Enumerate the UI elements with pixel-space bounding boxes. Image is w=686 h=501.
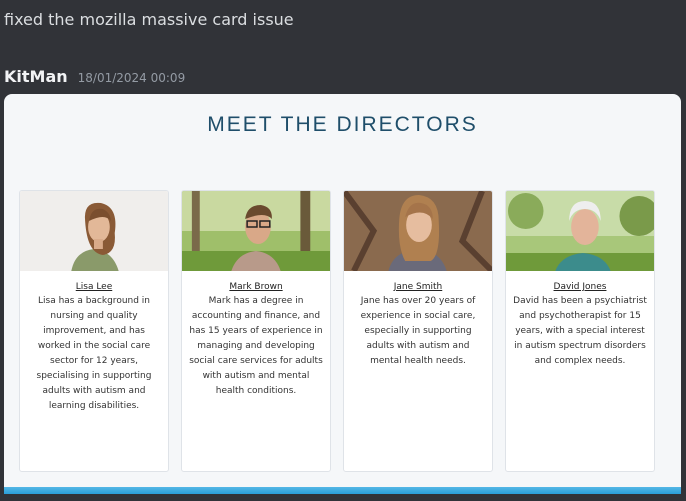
- image-attachment[interactable]: MEET THE DIRECTORS Lisa Lee Lisa has a b…: [4, 94, 681, 494]
- director-photo: [506, 191, 654, 271]
- director-bio: Mark has a degree in accounting and fina…: [189, 296, 323, 396]
- director-name[interactable]: David Jones: [506, 281, 654, 293]
- message-timestamp[interactable]: 18/01/2024 00:09: [78, 70, 186, 86]
- message-header: KitMan 18/01/2024 00:09: [4, 67, 185, 87]
- director-photo: [182, 191, 330, 271]
- attachment-bottom-bar: [4, 487, 681, 494]
- director-name[interactable]: Jane Smith: [344, 281, 492, 293]
- director-cards: Lisa Lee Lisa has a background in nursin…: [19, 190, 655, 472]
- section-title: MEET THE DIRECTORS: [207, 113, 478, 136]
- author-name[interactable]: KitMan: [4, 67, 68, 87]
- director-card: David Jones David has been a psychiatris…: [505, 190, 655, 472]
- director-bio: Lisa has a background in nursing and qua…: [36, 296, 152, 411]
- director-card: Mark Brown Mark has a degree in accounti…: [181, 190, 331, 472]
- director-card: Jane Smith Jane has over 20 years of exp…: [343, 190, 493, 472]
- director-photo: [20, 191, 168, 271]
- director-card: Lisa Lee Lisa has a background in nursin…: [19, 190, 169, 472]
- message-text: fixed the mozilla massive card issue: [4, 10, 294, 29]
- director-name[interactable]: Lisa Lee: [20, 281, 168, 293]
- director-bio: David has been a psychiatrist and psycho…: [513, 296, 647, 366]
- director-name[interactable]: Mark Brown: [182, 281, 330, 293]
- director-bio: Jane has over 20 years of experience in …: [360, 296, 476, 366]
- director-photo: [344, 191, 492, 271]
